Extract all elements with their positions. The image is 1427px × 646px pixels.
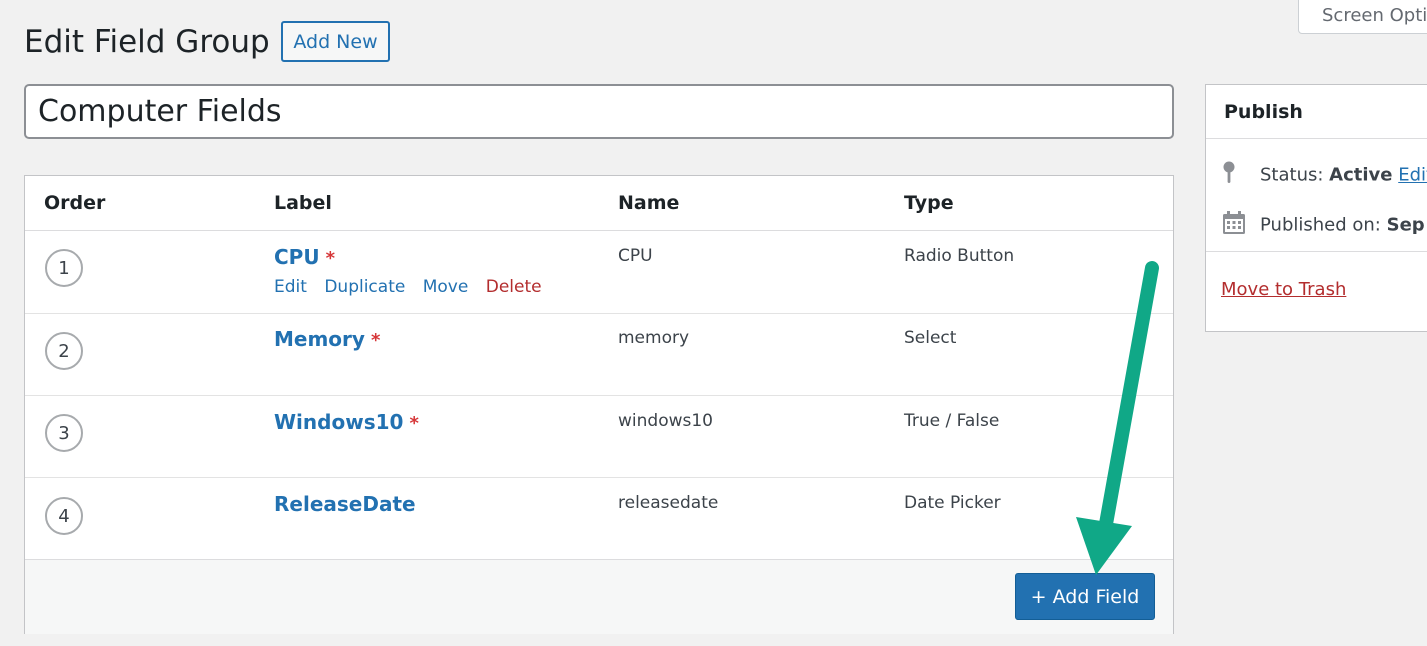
field-label-link[interactable]: ReleaseDate <box>274 492 416 516</box>
field-label-link[interactable]: CPU * <box>274 245 335 269</box>
move-link[interactable]: Move <box>423 277 469 297</box>
status-label: Status: <box>1260 164 1324 186</box>
required-marker: * <box>409 413 419 434</box>
field-type: Date Picker <box>904 493 1001 513</box>
screen-options-tab[interactable]: Screen Options <box>1298 0 1427 34</box>
publish-box: Publish Status: Active Edit P <box>1205 84 1427 332</box>
field-label: Windows10 <box>274 410 404 434</box>
column-order: Order <box>44 192 106 214</box>
published-line: Published on: Sep 7 <box>1222 211 1427 240</box>
publish-divider <box>1206 251 1427 252</box>
table-row[interactable]: 4 ReleaseDate releasedate Date Picker <box>25 477 1173 559</box>
pin-icon <box>1222 161 1246 190</box>
order-handle[interactable]: 2 <box>45 332 83 370</box>
table-row[interactable]: 3 Windows10 * windows10 True / False <box>25 395 1173 478</box>
published-label: Published on: <box>1260 214 1381 236</box>
required-marker: * <box>370 330 381 351</box>
field-name: windows10 <box>618 411 713 431</box>
delete-link[interactable]: Delete <box>486 277 542 297</box>
field-label-link[interactable]: Memory * <box>274 327 380 351</box>
required-marker: * <box>325 248 335 269</box>
field-group-title-input[interactable] <box>24 84 1174 139</box>
calendar-icon <box>1222 211 1246 240</box>
field-name: memory <box>618 328 690 348</box>
field-label: CPU <box>274 245 320 269</box>
status-value: Active <box>1329 164 1393 186</box>
published-value: Sep 7 <box>1386 214 1427 236</box>
publish-title: Publish <box>1206 85 1427 139</box>
field-type: True / False <box>904 411 1000 431</box>
fields-table-header: Order Label Name Type <box>25 176 1173 231</box>
row-actions: Edit Duplicate Move Delete <box>274 277 554 297</box>
move-to-trash-link[interactable]: Move to Trash <box>1221 279 1346 300</box>
table-row[interactable]: 2 Memory * memory Select <box>25 313 1173 396</box>
column-name: Name <box>618 192 680 214</box>
fields-table: Order Label Name Type 1 CPU * Edit Duplic… <box>24 175 1174 634</box>
order-handle[interactable]: 1 <box>45 249 83 287</box>
field-label: Memory <box>274 327 365 351</box>
field-label: ReleaseDate <box>274 492 416 516</box>
order-handle[interactable]: 4 <box>45 497 83 535</box>
edit-link[interactable]: Edit <box>274 277 307 297</box>
order-handle[interactable]: 3 <box>45 414 83 452</box>
add-new-button[interactable]: Add New <box>281 21 390 62</box>
table-row[interactable]: 1 CPU * Edit Duplicate Move Delete CPU Ra… <box>25 231 1173 314</box>
add-field-button[interactable]: + Add Field <box>1015 573 1155 620</box>
status-line: Status: Active Edit <box>1222 161 1427 190</box>
field-label-link[interactable]: Windows10 * <box>274 410 419 434</box>
field-type: Radio Button <box>904 246 1015 266</box>
fields-table-footer: + Add Field <box>25 559 1173 634</box>
field-name: releasedate <box>618 493 719 513</box>
status-edit-link[interactable]: Edit <box>1398 165 1427 186</box>
page-title: Edit Field Group <box>24 24 270 60</box>
column-type: Type <box>904 192 954 214</box>
field-name: CPU <box>618 246 653 266</box>
column-label: Label <box>274 192 332 214</box>
field-type: Select <box>904 328 957 348</box>
duplicate-link[interactable]: Duplicate <box>324 277 405 297</box>
